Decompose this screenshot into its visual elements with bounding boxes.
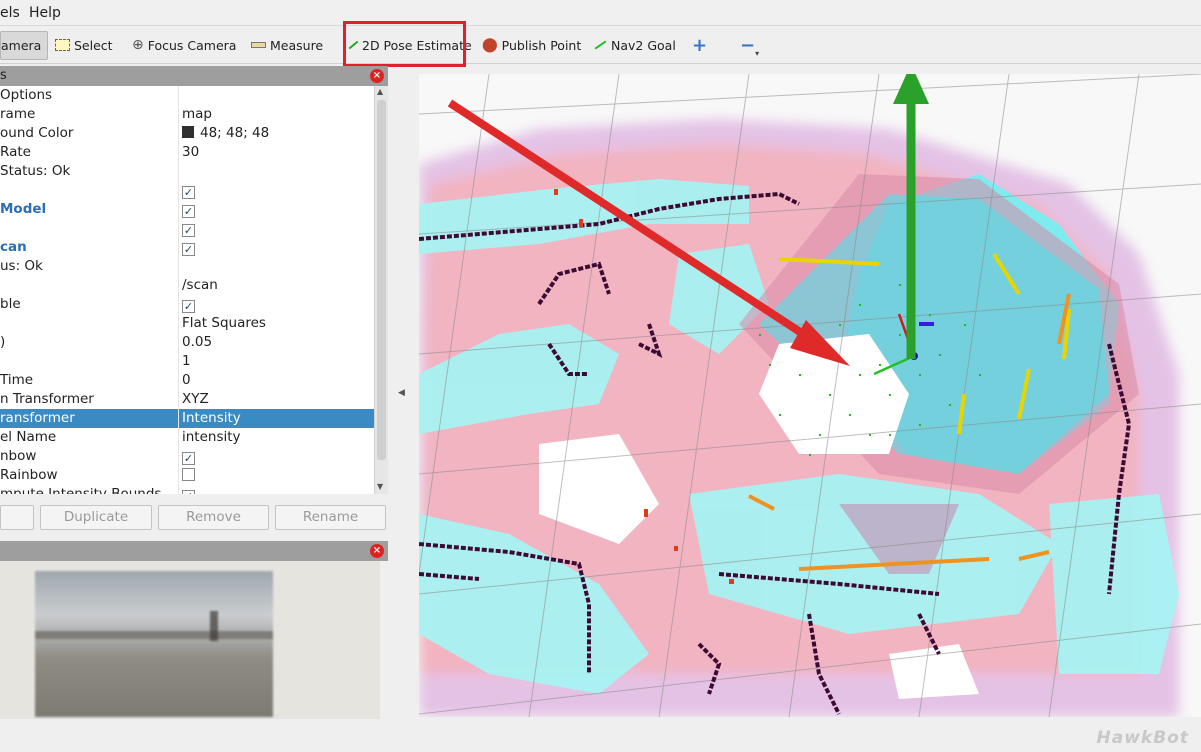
annotation-arrow bbox=[447, 99, 850, 366]
watermark: HawkBot bbox=[1096, 728, 1189, 748]
